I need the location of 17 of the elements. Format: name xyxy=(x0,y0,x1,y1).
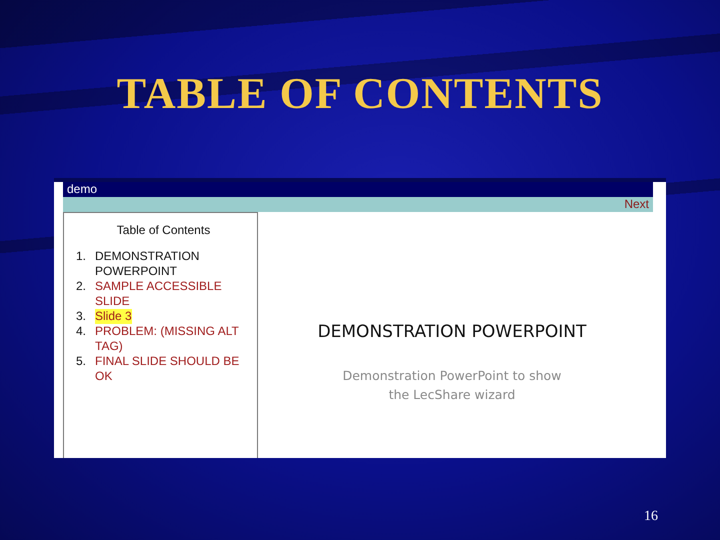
next-link[interactable]: Next xyxy=(624,197,649,212)
header-text: demo xyxy=(67,182,98,196)
toc-heading: Table of Contents xyxy=(116,223,212,237)
item-number: 5. xyxy=(76,354,88,370)
page-number: 16 xyxy=(644,509,658,525)
toc-link[interactable]: SAMPLE ACCESSIBLE SLIDE xyxy=(95,279,251,309)
slide-title: TABLE OF CONTENTS xyxy=(116,68,604,120)
item-number: 1. xyxy=(76,249,88,265)
toc-link[interactable]: DEMONSTRATION POWERPOINT xyxy=(95,249,251,279)
preview-subtitle: Demonstration PowerPoint to show the LecShare wizard xyxy=(342,367,562,404)
item-number: 2. xyxy=(76,279,88,295)
toc-link[interactable]: FINAL SLIDE SHOULD BE OK xyxy=(95,354,251,384)
item-number: 4. xyxy=(76,324,88,340)
preview-title: DEMONSTRATION POWERPOINT xyxy=(318,322,586,342)
item-number: 3. xyxy=(76,309,88,324)
toc-link[interactable]: Slide 3 xyxy=(95,309,132,324)
toc-link[interactable]: PROBLEM: (MISSING ALT TAG) xyxy=(95,324,251,354)
